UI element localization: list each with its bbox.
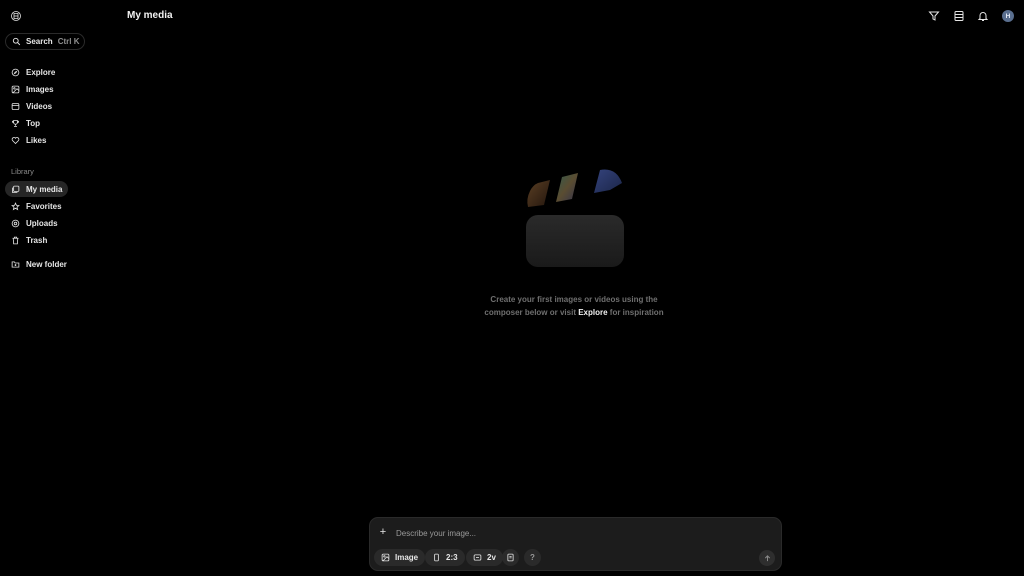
sidebar-item-label: Images <box>26 84 54 94</box>
library-section-label: Library <box>11 167 34 176</box>
media-icon <box>11 185 20 194</box>
mode-label: Image <box>395 553 419 562</box>
sidebar-item-likes[interactable]: Likes <box>5 132 52 148</box>
prompt-input[interactable] <box>396 527 756 539</box>
folder-plus-icon <box>11 260 20 269</box>
compass-icon <box>11 68 20 77</box>
logo-icon[interactable] <box>10 10 22 22</box>
image-icon <box>11 85 20 94</box>
empty-state-line2: composer below or visit Explore for insp… <box>440 306 708 319</box>
trophy-icon <box>11 119 20 128</box>
sidebar-item-top[interactable]: Top <box>5 115 46 131</box>
variants-icon <box>473 554 482 561</box>
app-root: Search Ctrl K Explore Images Videos Top … <box>0 0 1024 576</box>
avatar[interactable]: H <box>1002 10 1014 22</box>
help-label: ? <box>530 553 535 562</box>
sidebar-item-images[interactable]: Images <box>5 81 60 97</box>
image-icon <box>381 553 390 562</box>
sidebar-item-label: New folder <box>26 259 67 269</box>
sidebar-item-favorites[interactable]: Favorites <box>5 198 68 214</box>
sidebar-item-trash[interactable]: Trash <box>5 232 53 248</box>
search-label: Search <box>26 37 53 46</box>
variants-button[interactable]: 2v <box>466 549 503 566</box>
preset-icon <box>507 553 514 562</box>
portrait-icon <box>434 553 439 562</box>
page-title: My media <box>127 10 173 21</box>
empty-state-line1: Create your first images or videos using… <box>490 295 658 304</box>
aspect-ratio-button[interactable]: 2:3 <box>425 549 465 566</box>
sidebar-item-my-media[interactable]: My media <box>5 181 69 197</box>
attach-plus-button[interactable]: + <box>378 527 388 538</box>
empty-state-line2-before: composer below or visit <box>484 308 576 317</box>
trash-icon <box>11 236 20 245</box>
video-icon <box>11 102 20 111</box>
explore-link[interactable]: Explore <box>578 308 607 317</box>
sidebar-item-explore[interactable]: Explore <box>5 64 61 80</box>
aspect-label: 2:3 <box>446 553 458 562</box>
filter-icon[interactable] <box>928 10 940 22</box>
style-preset-button[interactable] <box>502 549 519 566</box>
sidebar-item-label: Videos <box>26 101 53 111</box>
search-icon <box>12 37 21 46</box>
sidebar-item-uploads[interactable]: Uploads <box>5 215 64 231</box>
sidebar-item-label: Top <box>26 118 41 128</box>
upload-icon <box>11 219 20 228</box>
sidebar-item-label: Explore <box>26 67 56 77</box>
sidebar-item-label: Likes <box>26 135 47 145</box>
sidebar: Search Ctrl K Explore Images Videos Top … <box>0 0 120 576</box>
sidebar-item-label: Uploads <box>26 218 58 228</box>
empty-state-clapperboard-icon <box>520 165 630 275</box>
sidebar-item-label: Favorites <box>26 201 62 211</box>
variants-label: 2v <box>487 553 496 562</box>
search-shortcut: Ctrl K <box>57 37 80 46</box>
sidebar-item-videos[interactable]: Videos <box>5 98 58 114</box>
empty-state-message: Create your first images or videos using… <box>440 293 708 319</box>
bell-icon[interactable] <box>977 10 989 22</box>
composer: + Image 2:3 2v ? <box>369 517 782 571</box>
sidebar-item-label: Trash <box>26 235 48 245</box>
empty-state-line2-after: for inspiration <box>609 308 664 317</box>
search-button[interactable]: Search Ctrl K <box>5 33 86 50</box>
sidebar-item-label: My media <box>26 184 63 194</box>
send-button[interactable] <box>759 550 775 566</box>
layers-icon[interactable] <box>953 10 965 22</box>
help-button[interactable]: ? <box>524 549 541 566</box>
new-folder-button[interactable]: New folder <box>5 256 73 272</box>
mode-image-button[interactable]: Image <box>374 549 426 566</box>
star-icon <box>11 201 20 211</box>
heart-icon <box>11 136 20 145</box>
arrow-up-icon <box>764 554 770 561</box>
